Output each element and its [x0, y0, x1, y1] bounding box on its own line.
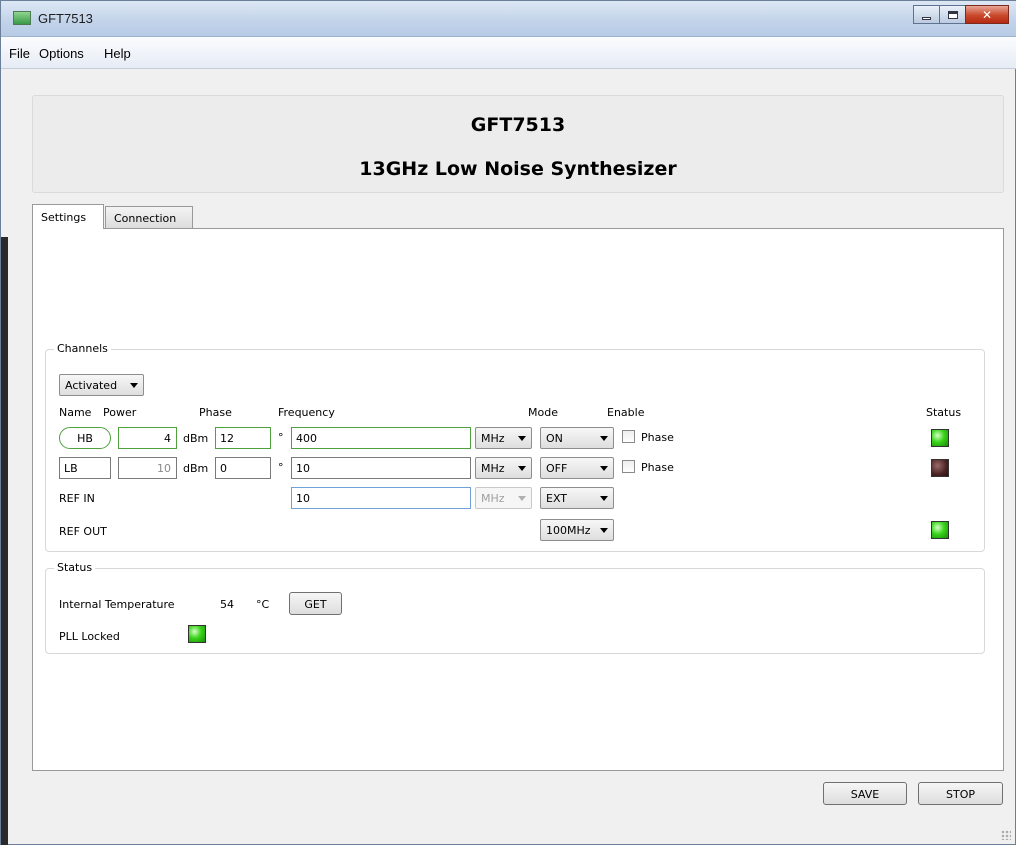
pll-locked-led — [188, 625, 206, 643]
header-panel: GFT7513 13GHz Low Noise Synthesizer — [32, 95, 1004, 193]
chevron-down-icon — [518, 496, 526, 501]
phase-checkbox-label-hb: Phase — [641, 431, 674, 444]
menu-help[interactable]: Help — [104, 46, 131, 61]
power-unit-hb: dBm — [183, 432, 209, 445]
phase-input-hb[interactable]: 12 — [215, 427, 271, 449]
status-led-hb — [931, 429, 949, 447]
chevron-down-icon — [518, 466, 526, 471]
maximize-icon — [947, 10, 958, 19]
close-button[interactable]: ✕ — [965, 5, 1009, 24]
column-status: Status — [926, 406, 962, 419]
column-phase: Phase — [199, 406, 232, 419]
status-group-title: Status — [54, 561, 96, 574]
channels-group: Channels Activated Name Power Phase Freq… — [45, 342, 985, 552]
internal-temperature-value: 54 — [220, 598, 234, 611]
channel-filter-value: Activated — [65, 379, 118, 392]
column-frequency: Frequency — [278, 406, 335, 419]
chevron-down-icon — [600, 528, 608, 533]
temperature-unit: °C — [256, 598, 270, 611]
phase-checkbox-label-lb: Phase — [641, 461, 674, 474]
device-subtitle: 13GHz Low Noise Synthesizer — [359, 158, 677, 180]
freq-unit-value-hb: MHz — [481, 432, 505, 445]
power-input-hb[interactable]: 4 — [118, 427, 177, 449]
ref-out-label: REF OUT — [59, 525, 107, 538]
chevron-down-icon — [600, 496, 608, 501]
tab-connection[interactable]: Connection — [105, 206, 193, 228]
column-name: Name — [59, 406, 92, 419]
frequency-input-lb[interactable]: 10 — [291, 457, 471, 479]
freq-unit-select-lb[interactable]: MHz — [475, 457, 532, 479]
channel-filter-select[interactable]: Activated — [59, 374, 144, 396]
phase-checkbox-lb[interactable] — [622, 460, 635, 473]
frequency-input-hb[interactable]: 400 — [291, 427, 471, 449]
app-icon — [13, 11, 31, 25]
channel-name-hb[interactable]: HB — [59, 427, 111, 449]
phase-unit-lb: ° — [278, 461, 284, 474]
column-power: Power — [103, 406, 137, 419]
ref-out-mode-select[interactable]: 100MHz — [540, 519, 614, 541]
app-window: GFT7513 ✕ File Options Help GFT7513 13GH… — [0, 0, 1016, 845]
window-title: GFT7513 — [38, 11, 93, 26]
mode-select-lb[interactable]: OFF — [540, 457, 614, 479]
channel-name-lb[interactable]: LB — [59, 457, 111, 479]
column-enable: Enable — [607, 406, 645, 419]
menu-options[interactable]: Options — [39, 46, 84, 61]
chevron-down-icon — [600, 436, 608, 441]
mode-value-hb: ON — [546, 432, 563, 445]
resize-grip[interactable] — [1001, 830, 1011, 840]
menu-bar: File Options Help — [1, 37, 1016, 69]
phase-input-lb[interactable]: 0 — [215, 457, 271, 479]
internal-temperature-label: Internal Temperature — [59, 598, 175, 611]
stop-button[interactable]: STOP — [918, 782, 1003, 805]
ref-in-label: REF IN — [59, 492, 95, 505]
get-temperature-button[interactable]: GET — [289, 592, 342, 615]
channels-group-title: Channels — [54, 342, 111, 355]
ref-in-mode-value: EXT — [546, 492, 568, 505]
ref-in-frequency-input[interactable]: 10 — [291, 487, 471, 509]
maximize-button[interactable] — [939, 5, 966, 24]
freq-unit-select-hb[interactable]: MHz — [475, 427, 532, 449]
freq-unit-value-lb: MHz — [481, 462, 505, 475]
status-led-ref-out — [931, 521, 949, 539]
ref-out-mode-value: 100MHz — [546, 524, 591, 537]
mode-value-lb: OFF — [546, 462, 568, 475]
ref-in-unit-select: MHz — [475, 487, 532, 509]
ref-in-unit-value: MHz — [481, 492, 505, 505]
menu-file[interactable]: File — [9, 46, 30, 61]
close-icon: ✕ — [981, 7, 993, 22]
tab-settings[interactable]: Settings — [32, 204, 104, 229]
save-button[interactable]: SAVE — [823, 782, 907, 805]
pll-locked-label: PLL Locked — [59, 630, 120, 643]
minimize-icon — [922, 16, 931, 20]
chevron-down-icon — [130, 383, 138, 388]
phase-unit-hb: ° — [278, 431, 284, 444]
window-controls: ✕ — [913, 5, 1009, 24]
power-unit-lb: dBm — [183, 462, 209, 475]
title-bar[interactable]: GFT7513 ✕ — [1, 1, 1016, 37]
minimize-button[interactable] — [913, 5, 940, 24]
chevron-down-icon — [518, 436, 526, 441]
power-input-lb[interactable]: 10 — [118, 457, 177, 479]
mode-select-hb[interactable]: ON — [540, 427, 614, 449]
ref-in-mode-select[interactable]: EXT — [540, 487, 614, 509]
status-group: Status Internal Temperature 54 °C GET PL… — [45, 561, 985, 654]
phase-checkbox-hb[interactable] — [622, 430, 635, 443]
device-title: GFT7513 — [470, 114, 566, 136]
chevron-down-icon — [600, 466, 608, 471]
column-mode: Mode — [528, 406, 558, 419]
status-led-lb — [931, 459, 949, 477]
window-shadow-edge — [1, 237, 8, 845]
settings-panel: Channels Activated Name Power Phase Freq… — [32, 228, 1004, 771]
